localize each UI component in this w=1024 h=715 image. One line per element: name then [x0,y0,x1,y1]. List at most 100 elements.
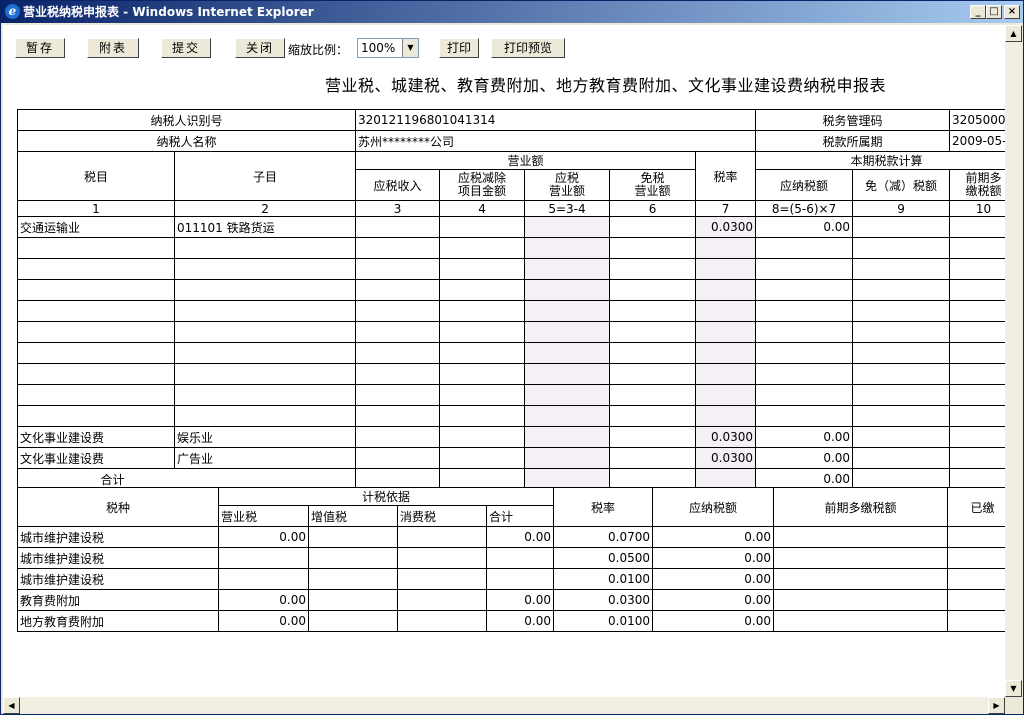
deduction-cell[interactable] [439,321,526,343]
sub-item-cell[interactable] [173,384,357,406]
prev-overpaid-cell[interactable] [949,300,1005,322]
print-preview-button[interactable]: 打印预览 [491,38,565,58]
exempt-turnover-cell[interactable] [609,300,697,322]
tax-item-cell[interactable]: 文化事业建设费 [17,447,175,469]
chevron-down-icon[interactable]: ▼ [402,39,418,57]
exempt-tax-cell[interactable] [852,342,951,364]
taxable-income-cell[interactable] [355,447,441,469]
sub-item-cell[interactable] [173,363,357,385]
exempt-turnover-cell[interactable] [609,321,697,343]
scroll-down-icon[interactable]: ▼ [1005,680,1022,697]
sub-item-cell[interactable] [173,237,357,259]
exempt-tax-cell[interactable] [852,447,951,469]
business-tax-cell[interactable]: 0.00 [218,610,309,632]
paid-cell[interactable] [947,526,1005,548]
taxable-income-cell[interactable] [355,426,441,448]
exempt-turnover-cell[interactable] [609,426,697,448]
business-tax-cell[interactable] [218,568,309,590]
taxable-income-cell[interactable] [355,237,441,259]
minimize-button[interactable]: _ [970,5,986,19]
tax-item-cell[interactable] [17,279,175,301]
prev-overpaid-tax-cell[interactable] [773,610,949,632]
exempt-tax-cell[interactable] [852,216,951,238]
exempt-tax-cell[interactable] [852,237,951,259]
prev-overpaid-tax-cell[interactable] [773,568,949,590]
paid-cell[interactable] [947,589,1005,611]
exempt-turnover-cell[interactable] [609,237,697,259]
prev-overpaid-tax-cell[interactable] [773,526,949,548]
prev-overpaid-cell[interactable] [949,426,1005,448]
prev-overpaid-cell[interactable] [949,279,1005,301]
prev-overpaid-cell[interactable] [949,216,1005,238]
exempt-tax-cell[interactable] [852,363,951,385]
tax-item-cell[interactable] [17,300,175,322]
taxable-income-cell[interactable] [355,216,441,238]
zoom-select[interactable]: 100% ▼ [357,38,419,58]
deduction-cell[interactable] [439,384,526,406]
sub-item-cell[interactable] [173,279,357,301]
paid-cell[interactable] [947,568,1005,590]
sub-item-cell[interactable] [173,405,357,427]
prev-overpaid-cell[interactable] [949,363,1005,385]
prev-overpaid-cell[interactable] [949,237,1005,259]
prev-overpaid-tax-cell[interactable] [773,547,949,569]
scroll-right-icon[interactable]: ▶ [988,697,1005,714]
close-window-button[interactable]: × [1004,5,1020,19]
tax-item-cell[interactable] [17,258,175,280]
taxable-income-cell[interactable] [355,384,441,406]
vat-cell[interactable] [308,526,398,548]
deduction-cell[interactable] [439,300,526,322]
deduction-cell[interactable] [439,363,526,385]
paid-cell[interactable] [947,610,1005,632]
submit-button[interactable]: 提交 [161,38,211,58]
taxable-income-cell[interactable] [355,258,441,280]
tax-item-cell[interactable] [17,363,175,385]
business-tax-cell[interactable] [218,547,309,569]
maximize-button[interactable]: □ [986,5,1002,19]
deduction-cell[interactable] [439,279,526,301]
scroll-left-icon[interactable]: ◀ [3,697,20,714]
tax-item-cell[interactable] [17,237,175,259]
taxable-income-cell[interactable] [355,321,441,343]
deduction-cell[interactable] [439,342,526,364]
taxable-income-cell[interactable] [355,342,441,364]
sub-item-cell[interactable]: 011101 铁路货运 [173,216,357,238]
close-button[interactable]: 关闭 [235,38,285,58]
taxable-income-cell[interactable] [355,363,441,385]
sub-item-cell[interactable] [173,258,357,280]
prev-overpaid-tax-cell[interactable] [773,589,949,611]
exempt-turnover-cell[interactable] [609,363,697,385]
exempt-turnover-cell[interactable] [609,216,697,238]
prev-overpaid-cell[interactable] [949,321,1005,343]
tax-item-cell[interactable] [17,384,175,406]
exempt-turnover-cell[interactable] [609,384,697,406]
exempt-tax-cell[interactable] [852,321,951,343]
vat-cell[interactable] [308,589,398,611]
tax-item-cell[interactable]: 文化事业建设费 [17,426,175,448]
vat-cell[interactable] [308,568,398,590]
taxable-income-cell[interactable] [355,279,441,301]
scroll-up-icon[interactable]: ▲ [1005,25,1022,42]
sub-item-cell[interactable] [173,300,357,322]
exempt-turnover-cell[interactable] [609,279,697,301]
consumption-tax-cell[interactable] [397,526,487,548]
tax-item-cell[interactable] [17,321,175,343]
vat-cell[interactable] [308,610,398,632]
sub-item-cell[interactable]: 娱乐业 [173,426,357,448]
consumption-tax-cell[interactable] [397,610,487,632]
horizontal-scrollbar[interactable]: ◀ ▶ [3,697,1005,714]
consumption-tax-cell[interactable] [397,547,487,569]
save-draft-button[interactable]: 暂存 [15,38,65,58]
prev-overpaid-cell[interactable] [949,258,1005,280]
paid-cell[interactable] [947,547,1005,569]
deduction-cell[interactable] [439,447,526,469]
business-tax-cell[interactable]: 0.00 [218,589,309,611]
prev-overpaid-cell[interactable] [949,384,1005,406]
exempt-turnover-cell[interactable] [609,342,697,364]
exempt-tax-cell[interactable] [852,426,951,448]
consumption-tax-cell[interactable] [397,589,487,611]
deduction-cell[interactable] [439,258,526,280]
attachment-button[interactable]: 附表 [87,38,139,58]
taxable-income-cell[interactable] [355,405,441,427]
tax-item-cell[interactable] [17,405,175,427]
